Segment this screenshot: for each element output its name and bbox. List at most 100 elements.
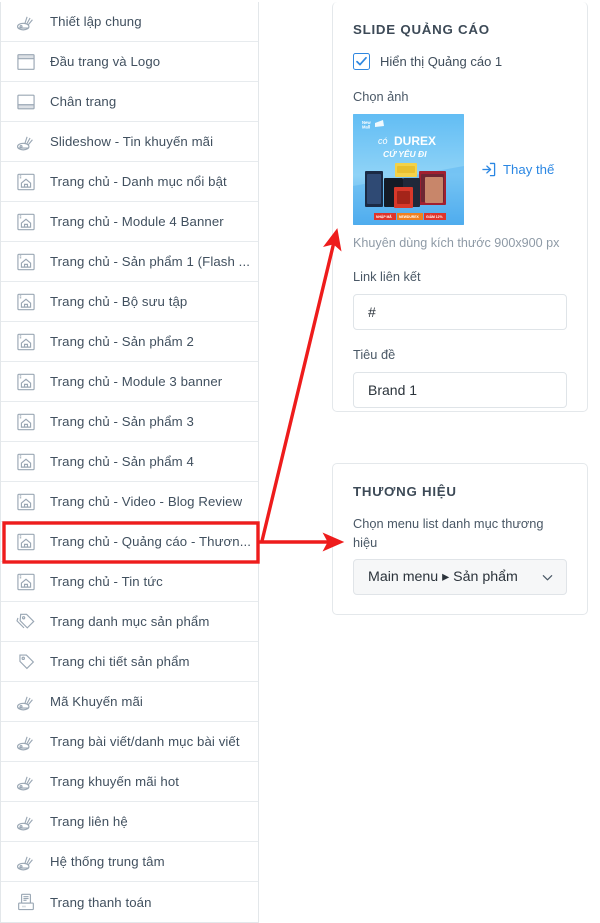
sidebar-item[interactable]: Trang khuyến mãi hot: [1, 762, 258, 802]
sidebar-item[interactable]: Trang chủ - Sản phẩm 2: [1, 322, 258, 362]
svg-text:Mall: Mall: [362, 124, 370, 129]
sidebar-item[interactable]: Trang chủ - Module 3 banner: [1, 362, 258, 402]
replace-image-label: Thay thế: [503, 161, 555, 177]
home-frame-icon: [15, 331, 37, 353]
sidebar-item[interactable]: Trang chủ - Video - Blog Review: [1, 482, 258, 522]
tools-icon: [15, 691, 37, 713]
annotation-arrow-to-slide-panel: [260, 228, 342, 542]
tags-icon: [15, 611, 37, 633]
sidebar-item-label: Mã Khuyến mãi: [50, 694, 143, 709]
home-frame-icon: [15, 531, 37, 553]
title-input[interactable]: [353, 371, 567, 408]
sidebar-item-label: Chân trang: [50, 94, 117, 109]
sidebar-item[interactable]: Chân trang: [1, 82, 258, 122]
sidebar-item[interactable]: Trang bài viết/danh mục bài viết: [1, 722, 258, 762]
home-frame-icon: [15, 451, 37, 473]
sidebar-item-label: Trang chủ - Sản phẩm 3: [50, 414, 194, 429]
svg-text:CỨ YÊU ĐI: CỨ YÊU ĐI: [383, 148, 427, 159]
sidebar-item-label: Trang liên hệ: [50, 814, 128, 829]
brand-menu-select[interactable]: Main menu ▸ Sản phẩm: [353, 559, 567, 596]
sidebar-item[interactable]: Trang chủ - Sản phẩm 3: [1, 402, 258, 442]
tools-icon: [15, 771, 37, 793]
sidebar-item[interactable]: Trang danh mục sản phẩm: [1, 602, 258, 642]
replace-image-button[interactable]: Thay thế: [481, 162, 554, 177]
sidebar-item-label: Trang chủ - Module 4 Banner: [50, 214, 224, 229]
brand-panel: THƯƠNG HIỆU Chọn menu list danh mục thươ…: [332, 463, 588, 615]
tools-icon: [15, 811, 37, 833]
show-ad-checkbox[interactable]: [353, 53, 370, 70]
sidebar-item[interactable]: Trang chủ - Bộ sưu tập: [1, 282, 258, 322]
sidebar-item-label: Slideshow - Tin khuyến mãi: [50, 134, 214, 149]
sidebar-item-label: Trang chủ - Tin tức: [50, 574, 163, 589]
footer-layout-icon: [15, 91, 37, 113]
panel-title-brand: THƯƠNG HIỆU: [353, 484, 457, 499]
choose-image-label: Chọn ảnh: [353, 89, 409, 104]
sidebar-item[interactable]: Slideshow - Tin khuyến mãi: [1, 122, 258, 162]
tag-icon: [15, 651, 37, 673]
sidebar-item-label: Hệ thống trung tâm: [50, 854, 165, 869]
sidebar-item[interactable]: Trang chủ - Danh mục nổi bật: [1, 162, 258, 202]
sidebar-item-label: Trang danh mục sản phẩm: [50, 614, 210, 629]
tools-icon: [15, 11, 37, 33]
import-icon: [481, 162, 496, 177]
sidebar-item-selected[interactable]: Trang chủ - Quảng cáo - Thươn...: [1, 522, 258, 562]
sidebar-item-label: Trang chủ - Danh mục nổi bật: [50, 174, 227, 189]
svg-text:DUREX: DUREX: [394, 134, 436, 148]
svg-text:có: có: [378, 136, 388, 146]
show-ad-checkbox-row[interactable]: Hiển thị Quảng cáo 1: [353, 53, 567, 70]
link-input[interactable]: [353, 293, 567, 330]
brand-menu-label: Chọn menu list danh mục thương hiệu: [353, 516, 544, 550]
svg-text:NHẬP MÃ: NHẬP MÃ: [376, 214, 392, 219]
panel-title-slide: SLIDE QUẢNG CÁO: [353, 22, 490, 37]
header-layout-icon: [15, 51, 37, 73]
ad-image-thumbnail[interactable]: New Mall có DUREX CỨ YÊU ĐI NHẬP MÃ NEWD…: [353, 113, 464, 225]
sidebar-item[interactable]: Mã Khuyến mãi: [1, 682, 258, 722]
sidebar-item[interactable]: Hệ thống trung tâm: [1, 842, 258, 882]
sidebar-item-label: Trang thanh toán: [50, 894, 152, 910]
sidebar-item[interactable]: Trang chủ - Sản phẩm 1 (Flash ...: [1, 242, 258, 282]
tools-icon: [15, 131, 37, 153]
sidebar-item-label: Trang chủ - Sản phẩm 1 (Flash ...: [50, 254, 250, 269]
tools-icon: [15, 851, 37, 873]
brand-menu-selected-value: Main menu ▸ Sản phẩm: [368, 569, 518, 586]
image-picker-row: New Mall có DUREX CỨ YÊU ĐI NHẬP MÃ NEWD…: [353, 113, 567, 225]
sidebar-item[interactable]: Trang chi tiết sản phẩm: [1, 642, 258, 682]
chevron-down-icon: [541, 560, 554, 594]
sidebar-item[interactable]: Trang liên hệ: [1, 802, 258, 842]
home-frame-icon: [15, 571, 37, 593]
link-field-label: Link liên kết: [353, 269, 421, 285]
svg-text:NEWDUREX: NEWDUREX: [399, 215, 420, 219]
sidebar-item-label: Trang chủ - Video - Blog Review: [50, 494, 243, 509]
sidebar-item[interactable]: Trang chủ - Tin tức: [1, 562, 258, 602]
home-frame-icon: [15, 411, 37, 433]
home-frame-icon: [15, 371, 37, 393]
sidebar-item[interactable]: Trang thanh toán: [1, 882, 258, 922]
sidebar-item-label: Trang chủ - Sản phẩm 4: [50, 454, 194, 469]
sidebar-item[interactable]: Trang chủ - Sản phẩm 4: [1, 442, 258, 482]
slide-advertisement-panel: SLIDE QUẢNG CÁO Hiển thị Quảng cáo 1 Chọ…: [332, 2, 588, 412]
page-list-sidebar: Thiết lập chung Đầu trang và Logo Chân tra…: [0, 2, 259, 923]
sidebar-item-label: Thiết lập chung: [50, 14, 142, 29]
sidebar-item[interactable]: Đầu trang và Logo: [1, 42, 258, 82]
sidebar-item-label: Đầu trang và Logo: [50, 54, 161, 69]
sidebar-item-label: Trang chủ - Quảng cáo - Thươn...: [50, 534, 251, 549]
show-ad-checkbox-label: Hiển thị Quảng cáo 1: [380, 54, 503, 69]
sidebar-item-label: Trang khuyến mãi hot: [50, 774, 180, 789]
sidebar-item[interactable]: Thiết lập chung: [1, 2, 258, 42]
title-field-label: Tiêu đề: [353, 346, 396, 362]
sidebar-item[interactable]: Trang chủ - Module 4 Banner: [1, 202, 258, 242]
home-frame-icon: [15, 211, 37, 233]
tools-icon: [15, 731, 37, 753]
sidebar-item-label: Trang bài viết/danh mục bài viết: [50, 734, 240, 749]
svg-text:GIẢM 12%: GIẢM 12%: [426, 214, 443, 219]
home-frame-icon: [15, 171, 37, 193]
sidebar-item-label: Trang chủ - Module 3 banner: [50, 374, 223, 389]
sidebar-item-label: Trang chủ - Sản phẩm 2: [50, 334, 194, 349]
home-frame-icon: [15, 491, 37, 513]
image-size-hint: Khuyên dùng kích thước 900x900 px: [353, 235, 560, 250]
check-icon: [356, 56, 367, 66]
register-icon: [15, 891, 37, 913]
home-frame-icon: [15, 291, 37, 313]
home-frame-icon: [15, 251, 37, 273]
ad-banner-artwork: New Mall có DUREX CỨ YÊU ĐI NHẬP MÃ NEWD…: [353, 113, 464, 225]
